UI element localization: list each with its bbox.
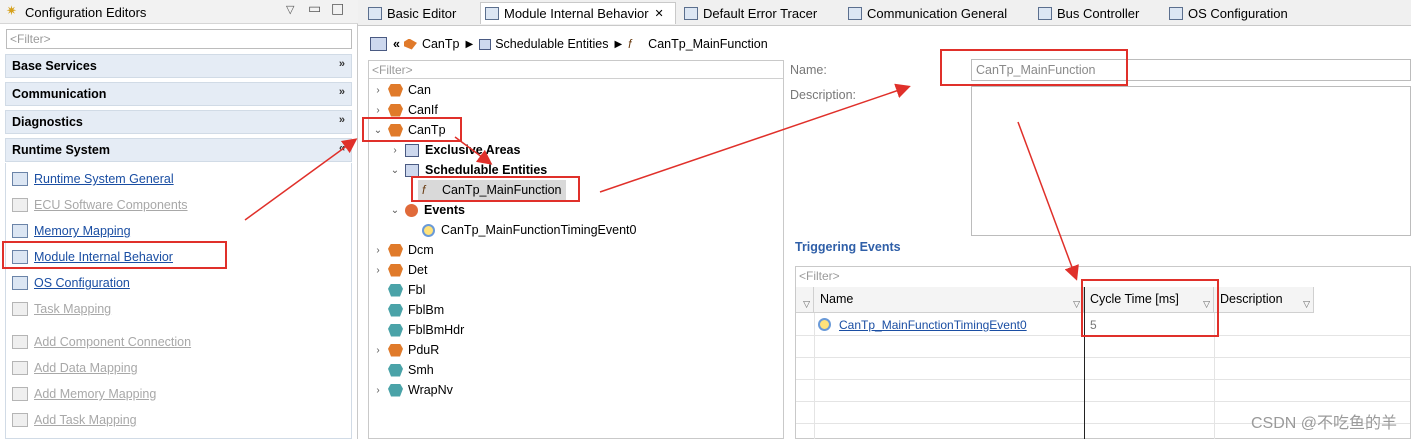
watermark: CSDN @不吃鱼的羊 — [1250, 415, 1397, 432]
arrow-to-mainfunction — [454, 136, 493, 165]
annotation-arrows — [244, 83, 1079, 281]
arrow-to-cycle-time — [1017, 121, 1079, 281]
arrow-to-name-field — [599, 83, 911, 193]
arrow-to-cantp — [244, 138, 358, 221]
